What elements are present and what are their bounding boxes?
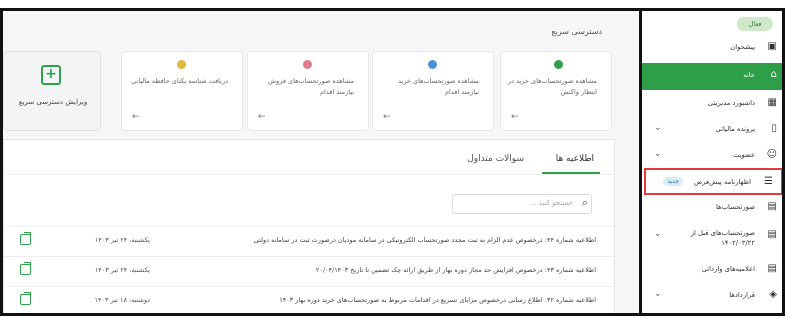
table-row[interactable]: اطلاعیه شماره ۴۴: درخصوص عدم الزام به ثب… [4,226,616,256]
sidebar-item-dashboard[interactable]: ▣ پیشخوان [642,35,782,62]
user-icon: ☺ [766,149,777,160]
search-icon: ⌕ [581,196,588,209]
tab-announcements[interactable]: اطلاعیه ها [556,154,594,164]
quick-access-title: دسترسی سریع [551,27,602,36]
grid-icon: ▦ [767,97,777,108]
quick-card-purchase-pending[interactable]: مشاهده صورتحساب‌های خرید در انتظار واکنش… [500,51,612,131]
circle-icon [303,60,312,69]
announcement-date: دوشنبه، ۱۸ تیر ۱۴۰۳ [94,296,150,304]
sidebar-item-label: پرونده مالیاتی [715,125,755,133]
chevron-down-icon: ⌄ [654,229,662,239]
file-icon: ▯ [771,123,777,134]
sidebar-item-membership[interactable]: ☺ عضویت ⌄ [642,143,782,170]
app-window: دسترسی سریع مشاهده صورتحساب‌های خرید در … [0,8,785,316]
home-icon: ⌂ [770,69,777,80]
circle-icon [554,60,563,69]
arrow-left-icon: ← [511,112,519,122]
document-icon: ▤ [767,263,777,274]
dashboard-icon: ▣ [767,41,777,52]
sidebar-item-label: قراردادها [729,291,755,299]
sidebar-item-label: صورتحساب‌ها [715,203,755,211]
sidebar-item-label: اعلامیه‌های وارداتی [701,265,755,273]
chevron-down-icon: ⌄ [654,149,662,159]
circle-icon [177,60,186,69]
tab-faq[interactable]: سوالات متداول [467,154,524,164]
sidebar-item-label: اظهارنامه پیش‌فرض [693,178,751,186]
announcement-date: یکشنبه، ۲۴ تیر ۱۴۰۳ [94,266,150,274]
sidebar-item-contracts[interactable]: ◈ قراردادها ⌄ [642,283,782,310]
table-row[interactable]: اطلاعیه شماره ۴۳: درخصوص افزایش حد مجاز … [4,256,616,286]
new-badge: جدید [663,177,683,186]
checklist-icon: ☰ [764,176,773,187]
edit-quick-access-button[interactable]: + ویرایش دسترسی سریع [3,51,101,131]
quick-card-text: مشاهده صورتحساب‌های فروش نیازمند اقدام [268,77,354,96]
search-input[interactable]: جستجو کنید ... ⌕ [452,194,592,214]
announcement-date: یکشنبه، ۲۴ تیر ۱۴۰۳ [94,236,150,244]
sidebar-item-invoices[interactable]: ▤ صورتحساب‌ها [642,195,782,222]
quick-card-purchase-action[interactable]: مشاهده صورتحساب‌های خرید نیازمند اقدام ← [372,51,494,131]
user-status-badge: فعال [737,17,773,31]
announcement-title[interactable]: اطلاعیه شماره ۴۴: درخصوص عدم الزام به ثب… [254,236,596,244]
sidebar-item-label: داشبورد مدیریتی [707,99,755,107]
sidebar-item-label: پیشخوان [730,43,755,51]
sidebar-item-label: صورتحساب‌های قبل از ۱۴۰۲/۰۳/۲۲ [690,229,755,247]
sidebar-item-import-declarations[interactable]: ▤ اعلامیه‌های وارداتی [642,257,782,284]
sidebar: فعال ▣ پیشخوان ⌂ خانه ▦ داشبورد مدیریتی … [639,11,782,313]
sidebar-item-old-invoices[interactable]: ▤ صورتحساب‌های قبل از ۱۴۰۲/۰۳/۲۲ ⌄ [642,223,782,255]
external-link-icon[interactable] [20,232,31,245]
arrow-left-icon: ← [132,112,140,122]
sidebar-item-tax-file[interactable]: ▯ پرونده مالیاتی ⌄ [642,117,782,144]
edit-quick-access-label: ویرایش دسترسی سریع [18,98,88,106]
receipt-icon: ▤ [767,229,777,240]
quick-card-text: مشاهده صورتحساب‌های خرید نیازمند اقدام [398,77,479,96]
quick-card-text: مشاهده صورتحساب‌های خرید در انتظار واکنش [508,77,597,96]
main-content: دسترسی سریع مشاهده صورتحساب‌های خرید در … [3,11,636,313]
sidebar-item-default-declaration[interactable]: ☰ اظهارنامه پیش‌فرض جدید [644,168,782,195]
circle-icon [428,60,437,69]
tab-divider [4,174,614,175]
sidebar-item-home[interactable]: ⌂ خانه [642,63,782,90]
announcement-title[interactable]: اطلاعیه شماره ۴۲: اطلاع رسانی درخصوص مزا… [279,296,596,304]
receipt-icon: ▤ [767,201,777,212]
sidebar-item-management-dashboard[interactable]: ▦ داشبورد مدیریتی [642,91,782,118]
plus-icon: + [41,65,61,85]
quick-card-sales-action[interactable]: مشاهده صورتحساب‌های فروش نیازمند اقدام ← [247,51,369,131]
announcement-title[interactable]: اطلاعیه شماره ۴۳: درخصوص افزایش حد مجاز … [316,266,596,274]
sidebar-item-label: عضویت [732,151,755,159]
contract-icon: ◈ [769,289,777,300]
quick-card-text: دریافت شناسه یکتای حافظه مالیاتی [131,77,228,85]
sidebar-item-label: خانه [743,71,755,79]
chevron-down-icon: ⌄ [654,289,662,299]
table-row[interactable]: اطلاعیه شماره ۴۲: اطلاع رسانی درخصوص مزا… [4,286,616,313]
search-placeholder: جستجو کنید ... [529,199,573,207]
external-link-icon[interactable] [20,262,31,275]
arrow-left-icon: ← [258,112,266,122]
arrow-left-icon: ← [383,112,391,122]
quick-card-tax-memory-id[interactable]: دریافت شناسه یکتای حافظه مالیاتی ← [121,51,243,131]
announcements-panel: اطلاعیه ها سوالات متداول جستجو کنید ... … [3,139,616,313]
chevron-down-icon: ⌄ [654,123,662,133]
external-link-icon[interactable] [20,292,31,305]
